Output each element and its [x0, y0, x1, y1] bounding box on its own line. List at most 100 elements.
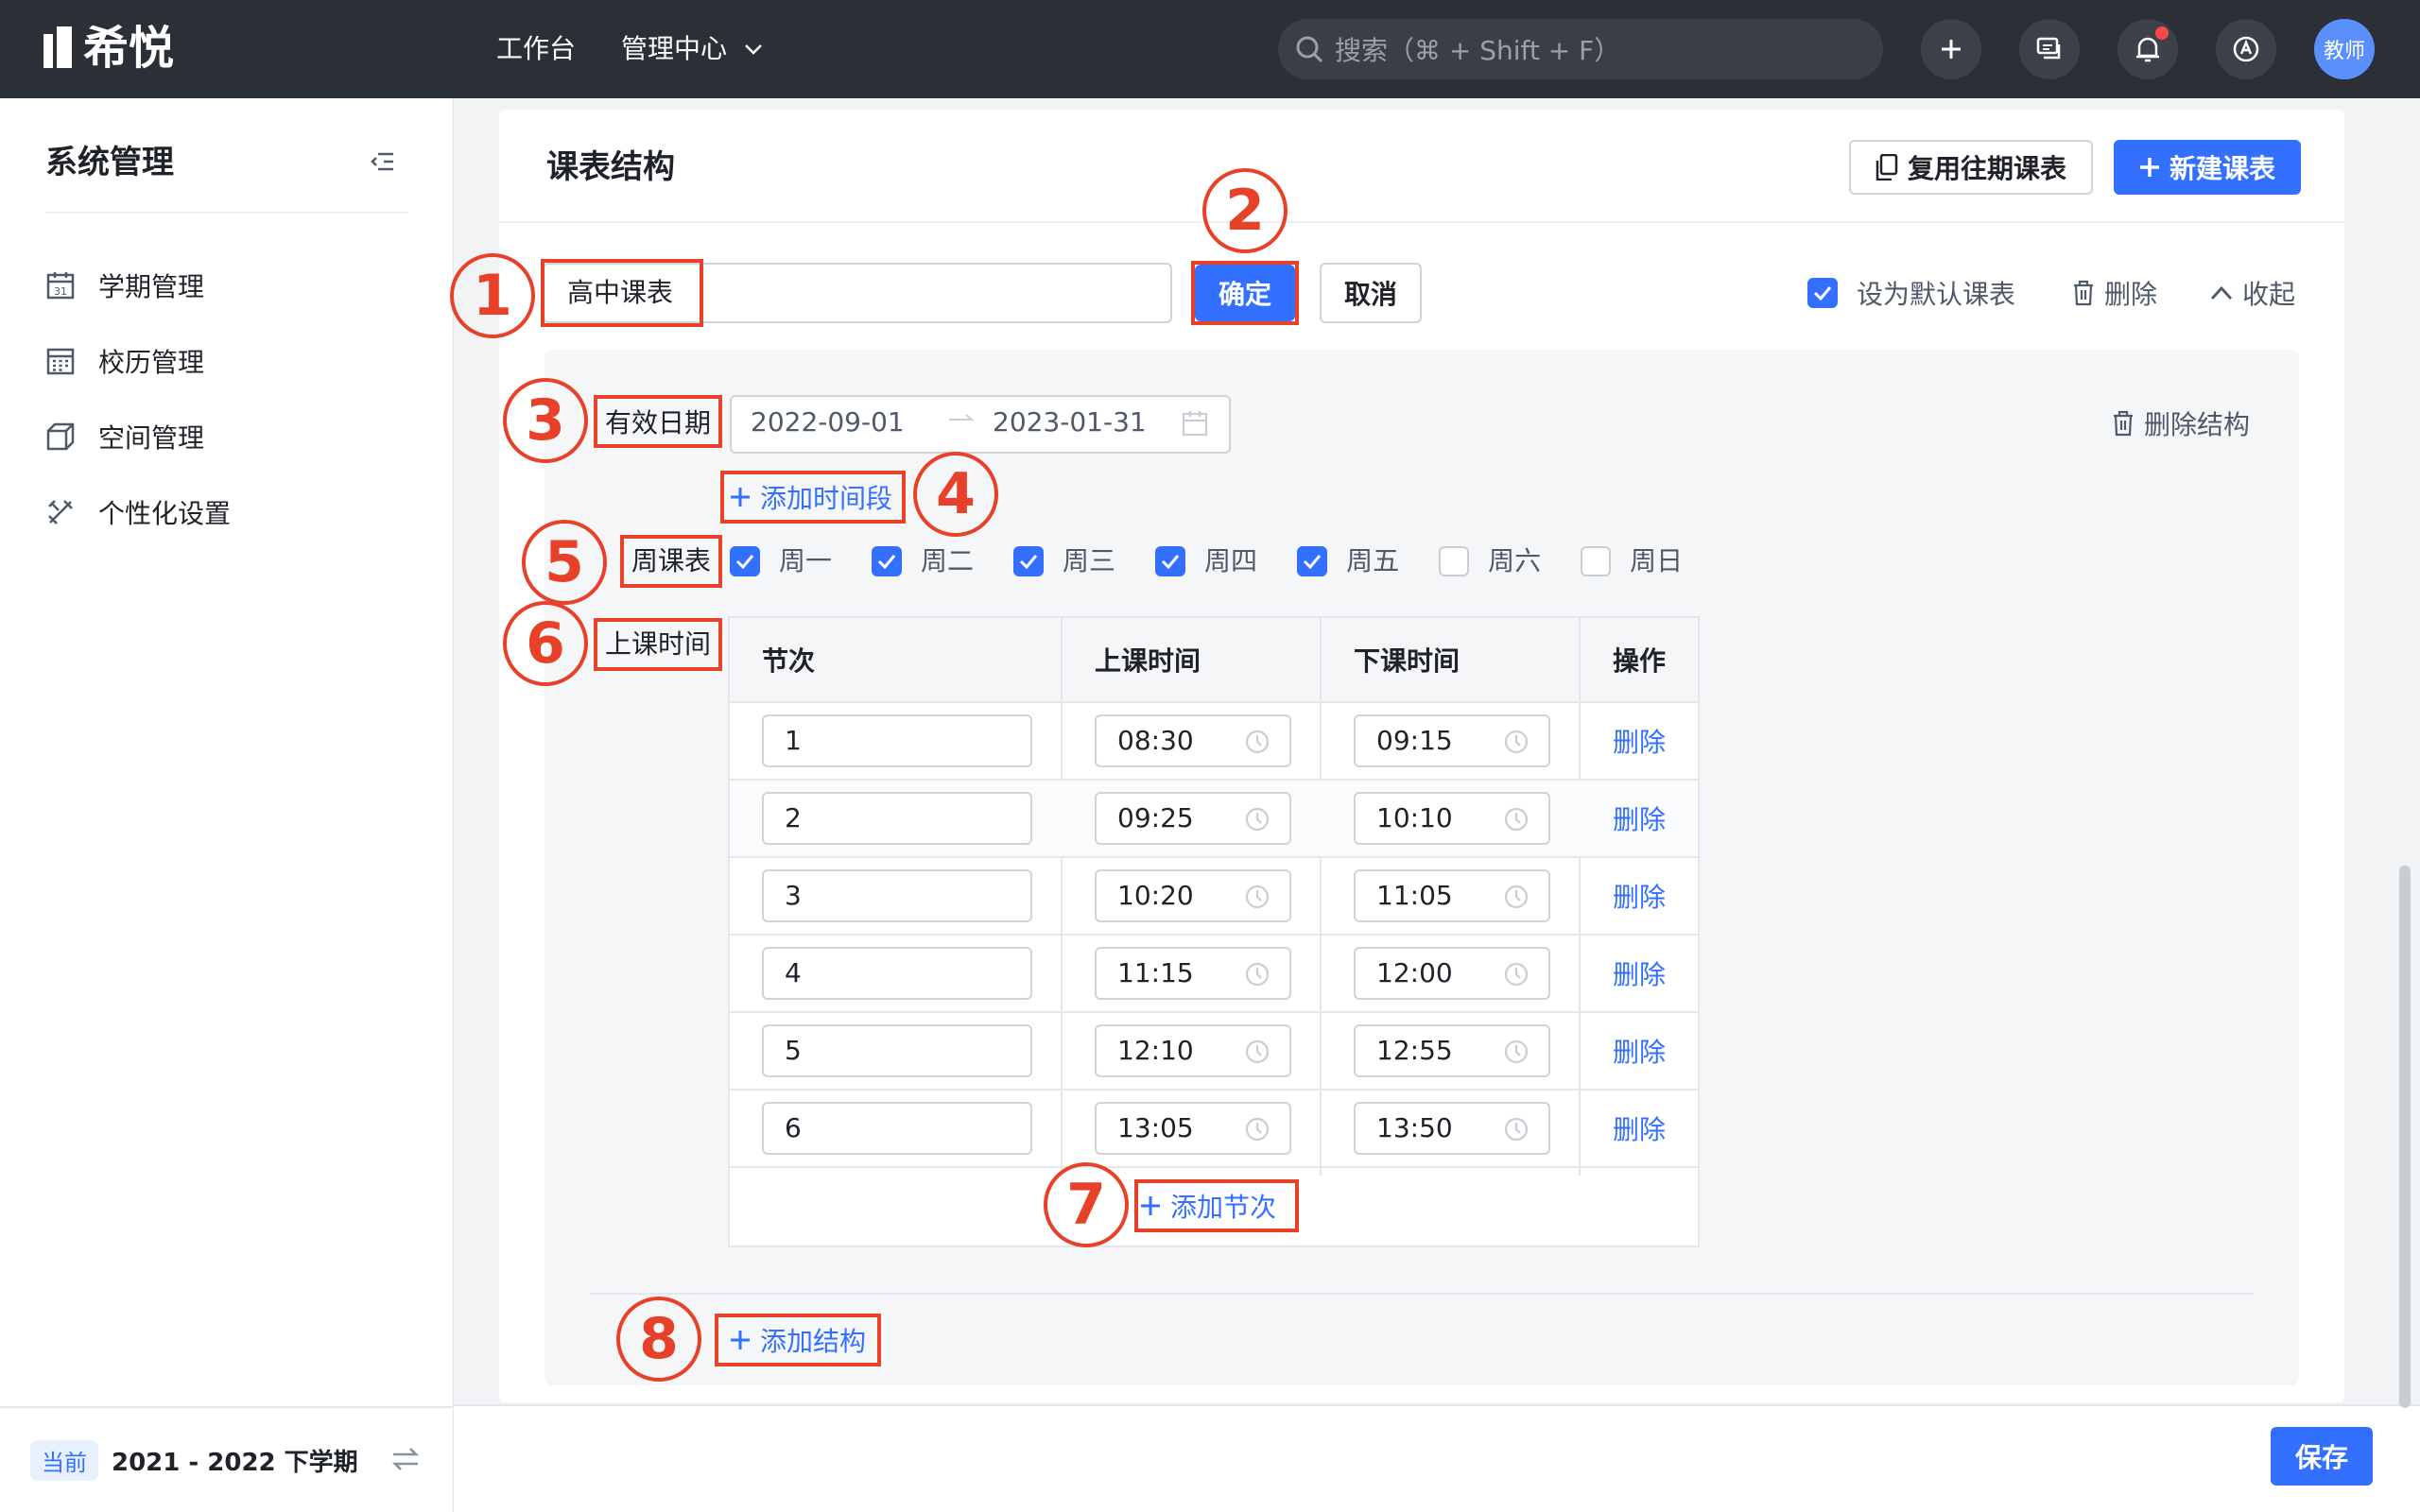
annotation-marker: 2: [1202, 168, 1288, 253]
delete-label: 删除: [2104, 279, 2158, 310]
table-row: 1 08:30 09:15 删除: [730, 703, 1698, 781]
messages-button[interactable]: [2019, 19, 2080, 79]
end-time-picker[interactable]: 09:15: [1354, 714, 1550, 767]
row-delete-link[interactable]: 删除: [1613, 954, 1666, 992]
day-checkbox-mon[interactable]: 周一: [730, 542, 832, 580]
end-time-picker[interactable]: 11:05: [1354, 869, 1550, 922]
start-time-value: 12:10: [1117, 1035, 1194, 1066]
collapse-label: 收起: [2242, 279, 2296, 310]
end-time-value: 10:10: [1376, 802, 1453, 833]
row-delete-link[interactable]: 删除: [1613, 722, 1666, 760]
table-row: 5 12:10 12:55 删除: [730, 1013, 1698, 1091]
day-checkbox-fri[interactable]: 周五: [1297, 542, 1399, 580]
row-delete-link[interactable]: 删除: [1613, 877, 1666, 915]
day-checkbox-thu[interactable]: 周四: [1155, 542, 1257, 580]
day-checkbox-tue[interactable]: 周二: [872, 542, 974, 580]
end-time-picker[interactable]: 10:10: [1354, 792, 1550, 845]
clock-icon: [1244, 1116, 1270, 1143]
nav-workbench[interactable]: 工作台: [496, 26, 576, 72]
nav-manage-center[interactable]: 管理中心: [621, 26, 763, 72]
switch-term-icon[interactable]: [391, 1446, 420, 1472]
delete-schedule-button[interactable]: 删除: [2072, 274, 2157, 312]
current-tag: 当前: [30, 1439, 98, 1481]
day-label: 周日: [1630, 545, 1684, 576]
end-time-picker[interactable]: 12:00: [1354, 947, 1550, 1000]
end-time-value: 09:15: [1376, 725, 1453, 756]
row-delete-link[interactable]: 删除: [1613, 1109, 1666, 1147]
reuse-schedule-button[interactable]: 复用往期课表: [1849, 140, 2093, 195]
cancel-button[interactable]: 取消: [1320, 263, 1422, 323]
date-start: 2022-09-01: [751, 406, 905, 438]
sidebar-item-space[interactable]: 空间管理: [45, 408, 408, 465]
end-time-value: 11:05: [1376, 880, 1453, 911]
avatar[interactable]: 教师: [2314, 19, 2375, 79]
checkbox-checked-icon: [1013, 546, 1045, 576]
column-header: 上课时间: [1095, 645, 1201, 677]
start-time-picker[interactable]: 09:25: [1095, 792, 1291, 845]
start-time-picker[interactable]: 11:15: [1095, 947, 1291, 1000]
default-schedule-checkbox[interactable]: 设为默认课表: [1807, 274, 2015, 312]
period-input[interactable]: 3: [762, 869, 1032, 922]
add-button[interactable]: [1921, 19, 1981, 79]
annotation-box: [720, 471, 906, 524]
end-time-picker[interactable]: 13:50: [1354, 1102, 1550, 1155]
row-delete-link[interactable]: 删除: [1613, 1032, 1666, 1070]
start-time-picker[interactable]: 08:30: [1095, 714, 1291, 767]
period-input[interactable]: 5: [762, 1024, 1032, 1077]
sidebar-item-semester[interactable]: 31 学期管理: [45, 257, 408, 314]
table-row: 3 10:20 11:05 删除: [730, 858, 1698, 936]
delete-structure-label: 删除结构: [2144, 409, 2251, 440]
period-input[interactable]: 4: [762, 947, 1032, 1000]
period-input[interactable]: 1: [762, 714, 1032, 767]
new-schedule-button[interactable]: 新建课表: [2114, 140, 2301, 195]
start-time-picker[interactable]: 10:20: [1095, 869, 1291, 922]
checkbox-checked-icon: [1297, 546, 1328, 576]
search-input[interactable]: 搜索（⌘ + Shift + F）: [1278, 19, 1883, 79]
clock-icon: [1244, 961, 1270, 988]
annotation-marker: 3: [503, 378, 588, 463]
tools-icon: [45, 497, 76, 527]
save-button[interactable]: 保存: [2271, 1427, 2373, 1486]
column-header: 节次: [762, 645, 816, 677]
app-switch-button[interactable]: [2216, 19, 2276, 79]
start-time-picker[interactable]: 12:10: [1095, 1024, 1291, 1077]
copy-icon: [1876, 154, 1898, 180]
notifications-button[interactable]: [2118, 19, 2178, 79]
period-input[interactable]: 6: [762, 1102, 1032, 1155]
class-time-table: 节次 上课时间 下课时间 操作 1 08:30 09:15 删除 2 09:25…: [728, 616, 1700, 1247]
column-header: 操作: [1613, 645, 1667, 677]
scrollbar-thumb[interactable]: [2399, 866, 2411, 1408]
sidebar-item-label: 个性化设置: [98, 498, 232, 529]
sidebar-title: 系统管理: [45, 144, 174, 181]
current-term-bar: 当前 2021 - 2022 下学期: [0, 1406, 454, 1512]
day-label: 周六: [1488, 545, 1542, 576]
plus-icon: [1940, 38, 1962, 60]
end-time-picker[interactable]: 12:55: [1354, 1024, 1550, 1077]
sidebar-item-label: 学期管理: [98, 271, 205, 302]
weekday-checkboxes: 周一 周二 周三 周四 周五 周六 周日: [730, 542, 1683, 580]
collapse-button[interactable]: 收起: [2210, 274, 2295, 312]
clock-icon: [1244, 729, 1270, 755]
sidebar-item-school-calendar[interactable]: 校历管理: [45, 333, 408, 389]
notification-dot: [2155, 26, 2169, 40]
day-checkbox-sat[interactable]: 周六: [1439, 542, 1541, 580]
start-time-picker[interactable]: 13:05: [1095, 1102, 1291, 1155]
end-time-value: 12:55: [1376, 1035, 1453, 1066]
start-time-value: 11:15: [1117, 957, 1194, 988]
period-input[interactable]: 2: [762, 792, 1032, 845]
cube-icon: [45, 421, 76, 452]
sidebar-item-personalization[interactable]: 个性化设置: [45, 484, 408, 541]
page-title: 课表结构: [546, 148, 675, 186]
day-checkbox-wed[interactable]: 周三: [1013, 542, 1115, 580]
delete-structure-button[interactable]: 删除结构: [2112, 404, 2250, 442]
row-delete-link[interactable]: 删除: [1613, 799, 1666, 837]
checkbox-empty-icon: [1439, 546, 1470, 576]
day-label: 周四: [1204, 545, 1258, 576]
checkbox-checked-icon: [1807, 278, 1838, 308]
svg-text:31: 31: [54, 285, 67, 298]
column-header: 下课时间: [1354, 645, 1461, 677]
day-checkbox-sun[interactable]: 周日: [1581, 542, 1683, 580]
reuse-schedule-label: 复用往期课表: [1907, 153, 2066, 184]
sidebar-collapse-button[interactable]: [371, 151, 395, 172]
date-range-picker[interactable]: 2022-09-01 2023-01-31: [730, 395, 1231, 454]
